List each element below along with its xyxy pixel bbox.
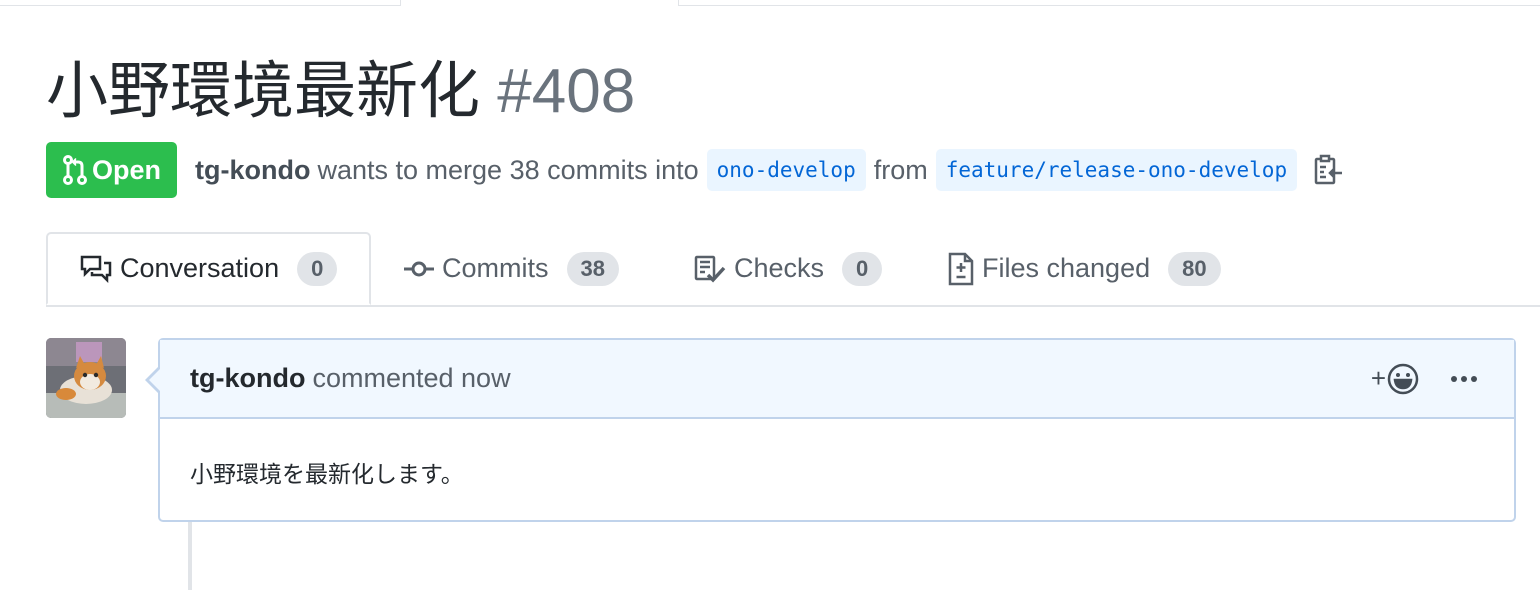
tab-conversation-label: Conversation	[120, 253, 280, 283]
previous-tab-border	[0, 0, 401, 6]
state-label: Open	[92, 154, 162, 185]
git-commit-icon	[404, 259, 434, 279]
tab-commits-count: 38	[566, 251, 619, 286]
pr-author-link[interactable]: tg-kondo	[195, 155, 310, 186]
tab-checks-label: Checks	[734, 253, 825, 283]
timeline-line	[188, 522, 192, 590]
tab-conversation[interactable]: Conversation 0	[46, 232, 372, 305]
comment-box: tg-kondo commented now + 小野環境を最新化します。	[145, 338, 1516, 522]
from-text: from	[873, 154, 928, 185]
pr-title: 小野環境最新化 #408	[46, 52, 635, 132]
add-reaction-button[interactable]: +	[1371, 362, 1420, 396]
tab-files-changed-label: Files changed	[982, 253, 1151, 283]
head-branch-ref[interactable]: feature/release-ono-develop	[935, 149, 1298, 191]
base-branch-ref[interactable]: ono-develop	[706, 149, 866, 191]
smiley-icon	[1386, 362, 1420, 396]
diff-icon	[948, 252, 974, 286]
tab-commits[interactable]: Commits 38	[404, 232, 619, 305]
comment-actions: +	[1371, 340, 1478, 417]
next-tab-border	[678, 0, 1540, 6]
comment-author-link[interactable]: tg-kondo	[190, 363, 305, 394]
checklist-icon	[694, 255, 726, 283]
tab-checks[interactable]: Checks 0	[694, 232, 883, 305]
clippy-icon[interactable]	[1313, 154, 1343, 186]
tab-checks-count: 0	[842, 251, 883, 286]
comment-body: 小野環境を最新化します。	[190, 461, 464, 487]
merge-text: wants to merge 38 commits into	[317, 154, 699, 185]
reaction-plus-label: +	[1370, 363, 1386, 393]
comment-meta: commented now	[312, 363, 511, 393]
kebab-horizontal-icon[interactable]	[1450, 375, 1478, 383]
tab-files-changed[interactable]: Files changed 80	[948, 232, 1221, 305]
merge-summary: tg-kondo wants to merge 38 commits into …	[195, 149, 1343, 191]
git-pull-request-icon	[62, 154, 88, 186]
comment-discussion-icon	[80, 255, 112, 283]
pr-tabs: Conversation 0 Commits 38 Checks 0 Files…	[46, 232, 1540, 307]
comment-header: tg-kondo commented now +	[160, 340, 1514, 419]
tab-commits-label: Commits	[442, 253, 549, 283]
pr-number: #408	[497, 57, 636, 126]
avatar[interactable]	[46, 338, 126, 418]
pr-title-text: 小野環境最新化	[46, 57, 481, 126]
tab-conversation-count: 0	[297, 251, 338, 286]
tab-files-changed-count: 80	[1168, 251, 1221, 286]
pr-meta: Open tg-kondo wants to merge 38 commits …	[46, 142, 1343, 198]
state-badge: Open	[46, 142, 178, 198]
